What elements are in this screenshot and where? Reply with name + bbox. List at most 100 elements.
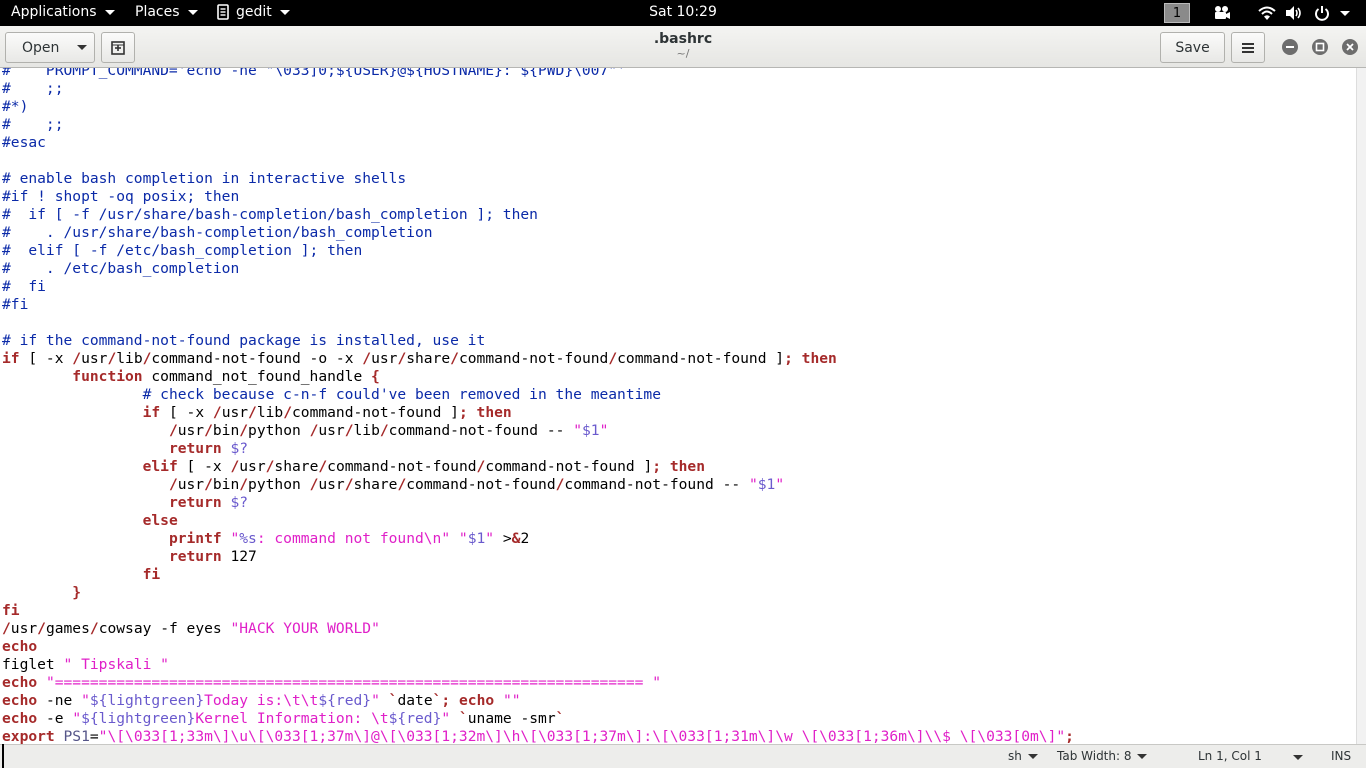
code-line[interactable]: if [ -x /usr/lib/command-not-found -o -x…	[2, 350, 1074, 368]
code-token: /	[230, 458, 240, 475]
code-token: ${red}	[388, 710, 442, 727]
language-selector[interactable]: sh	[1008, 749, 1038, 763]
code-token: /	[239, 476, 249, 493]
code-line[interactable]: }	[2, 584, 1074, 602]
code-token: /	[37, 620, 46, 637]
code-line[interactable]: #esac	[2, 134, 1074, 152]
new-tab-button[interactable]	[101, 32, 135, 63]
code-token: "HACK YOUR WORLD"	[230, 620, 380, 637]
code-line[interactable]: fi	[2, 566, 1074, 584]
gnome-top-bar: Applications Places gedit Sat 10:29 1	[0, 0, 1366, 26]
code-line[interactable]: ​	[2, 314, 1074, 332]
code-line[interactable]: # ;;	[2, 80, 1074, 98]
tab-width-selector[interactable]: Tab Width: 8	[1057, 749, 1148, 763]
code-line[interactable]: return 127	[2, 548, 1074, 566]
code-token: "	[81, 692, 90, 709]
code-line[interactable]: # if [ -f /usr/share/bash-completion/bas…	[2, 206, 1074, 224]
code-line[interactable]: # . /usr/share/bash-completion/bash_comp…	[2, 224, 1074, 242]
code-line[interactable]: printf "%s: command not found\n" "$1" >&…	[2, 530, 1074, 548]
wifi-icon[interactable]	[1258, 5, 1276, 21]
code-token: return	[168, 440, 222, 457]
open-button[interactable]: Open	[5, 32, 95, 63]
code-line[interactable]: echo -e "${lightgreen}Kernel Information…	[2, 710, 1074, 728]
vertical-scrollbar[interactable]	[1356, 68, 1366, 744]
minimize-button[interactable]	[1282, 39, 1298, 55]
code-line[interactable]: return $?	[2, 494, 1074, 512]
code-line[interactable]: ​	[2, 152, 1074, 170]
code-token: # . /etc/bash_completion	[2, 260, 240, 277]
code-token: usr	[81, 350, 108, 367]
hamburger-menu-button[interactable]	[1231, 32, 1265, 63]
code-line[interactable]: else	[2, 512, 1074, 530]
code-line[interactable]: # check because c-n-f could've been remo…	[2, 386, 1074, 404]
code-token: share	[274, 458, 319, 475]
code-line[interactable]: # if the command-not-found package is in…	[2, 332, 1074, 350]
code-line[interactable]: echo -ne "${lightgreen}Today is:\t\t${re…	[2, 692, 1074, 710]
code-line[interactable]: /usr/bin/python /usr/lib/command-not-fou…	[2, 422, 1074, 440]
chevron-down-icon[interactable]	[1293, 755, 1303, 760]
code-line[interactable]: echo "==================================…	[2, 674, 1074, 692]
close-button[interactable]	[1342, 39, 1358, 55]
code-line[interactable]: # . /etc/bash_completion	[2, 260, 1074, 278]
code-token: #if ! shopt -oq posix; then	[2, 188, 240, 205]
code-line[interactable]: elif [ -x /usr/share/command-not-found/c…	[2, 458, 1074, 476]
code-token: command-not-found -o -x	[151, 350, 363, 367]
code-token: "	[599, 422, 609, 439]
code-line[interactable]: /usr/bin/python /usr/share/command-not-f…	[2, 476, 1074, 494]
code-line[interactable]: fi	[2, 602, 1074, 620]
clock[interactable]: Sat 10:29	[0, 4, 1366, 20]
code-token: return	[168, 548, 222, 565]
code-token: -e	[37, 710, 73, 727]
code-line[interactable]: #fi	[2, 296, 1074, 314]
code-line[interactable]: # fi	[2, 278, 1074, 296]
code-token: command-not-found	[406, 476, 556, 493]
code-line[interactable]: figlet " Tipskali "	[2, 656, 1074, 674]
code-token: then	[669, 458, 706, 475]
video-camera-icon[interactable]	[1213, 5, 1231, 21]
code-token: elif	[142, 458, 178, 475]
code-view[interactable]: # PROMPT_COMMAND='echo -ne "\033]0;${USE…	[2, 68, 1074, 744]
code-line[interactable]: /usr/games/cowsay -f eyes "HACK YOUR WOR…	[2, 620, 1074, 638]
code-line[interactable]: return $?	[2, 440, 1074, 458]
code-line[interactable]: function command_not_found_handle {	[2, 368, 1074, 386]
workspace-indicator[interactable]: 1	[1164, 3, 1190, 23]
code-token: "\[\033[1;33m\]\u\[\033[1;37m\]@\[\033[1…	[98, 728, 1066, 744]
code-line[interactable]: # elif [ -f /etc/bash_completion ]; then	[2, 242, 1074, 260]
code-line[interactable]: echo	[2, 638, 1074, 656]
volume-icon[interactable]	[1285, 5, 1303, 21]
code-token: /	[248, 404, 257, 421]
code-token: [ -x	[160, 404, 213, 421]
power-icon[interactable]	[1314, 5, 1330, 21]
code-token: usr	[177, 422, 205, 439]
cursor-position[interactable]: Ln 1, Col 1	[1198, 749, 1262, 763]
language-label: sh	[1008, 749, 1022, 763]
code-token: /	[379, 422, 389, 439]
text-editor[interactable]: # PROMPT_COMMAND='echo -ne "\033]0;${USE…	[0, 68, 1356, 744]
code-token: /	[450, 350, 459, 367]
hamburger-menu-icon	[1242, 42, 1254, 53]
code-token: : command not found\n"	[256, 530, 451, 547]
code-line[interactable]: # enable bash completion in interactive …	[2, 170, 1074, 188]
code-token: $1	[757, 476, 776, 493]
code-token: # elif [ -f /etc/bash_completion ]; then	[2, 242, 363, 259]
code-token: fi	[142, 566, 161, 583]
code-token: share	[353, 476, 398, 493]
code-line[interactable]: # ;;	[2, 116, 1074, 134]
code-line[interactable]: #if ! shopt -oq posix; then	[2, 188, 1074, 206]
minimize-icon	[1286, 46, 1294, 48]
code-line[interactable]: export PS1="\[\033[1;33m\]\u\[\033[1;37m…	[2, 728, 1074, 744]
save-button[interactable]: Save	[1160, 32, 1225, 63]
chevron-down-icon[interactable]	[1340, 11, 1350, 16]
maximize-button[interactable]	[1312, 39, 1328, 55]
code-line[interactable]: # PROMPT_COMMAND='echo -ne "\033]0;${USE…	[2, 68, 1074, 80]
code-line[interactable]: if [ -x /usr/lib/command-not-found ]; th…	[2, 404, 1074, 422]
code-line[interactable]: #*)	[2, 98, 1074, 116]
code-token: /	[283, 404, 292, 421]
code-token: /	[212, 404, 222, 421]
code-token: ;	[652, 458, 662, 475]
